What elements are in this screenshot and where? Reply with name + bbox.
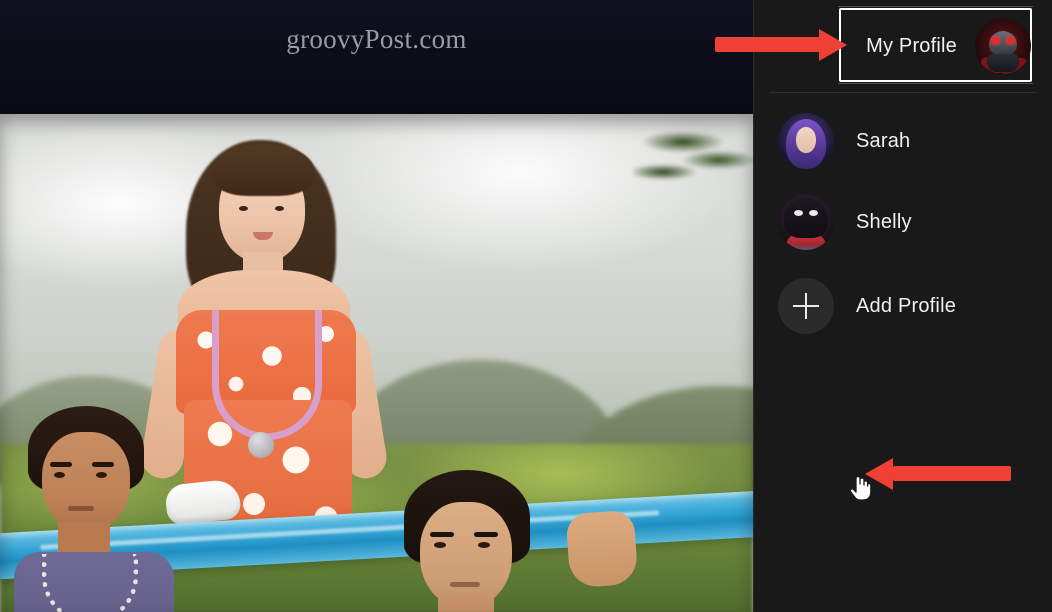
ms-marvel-hair	[784, 198, 828, 238]
ms-marvel-avatar-icon	[778, 194, 834, 250]
arrow-shaft	[893, 466, 1011, 481]
profile-name-sarah: Sarah	[856, 129, 911, 152]
profile-menu-panel: My Profile Sarah Shelly Add Profile Edit…	[753, 0, 1052, 612]
pointer-hand-cursor	[849, 474, 871, 501]
menu-item-profile-sarah[interactable]: Sarah	[778, 113, 1036, 169]
right-boy-brow-left	[430, 532, 454, 537]
add-profile-label: Add Profile	[856, 294, 957, 317]
annotation-arrow-my-profile	[715, 29, 855, 61]
ms-marvel-mask	[792, 209, 820, 217]
my-profile-label: My Profile	[866, 34, 957, 57]
left-boy-eye-left	[54, 472, 65, 478]
palm-fronds	[633, 114, 753, 234]
right-boy-eye-right	[478, 542, 490, 548]
right-boy-mouth	[450, 582, 480, 587]
menu-item-profile-shelly[interactable]: Shelly	[778, 194, 1036, 250]
backdrop-top-bar	[0, 0, 753, 114]
girl-eye-right	[275, 206, 284, 211]
girl-sneaker	[164, 478, 242, 526]
annotation-arrow-account	[855, 458, 1015, 490]
profile-name-shelly: Shelly	[856, 210, 912, 233]
left-boy-brow-right	[92, 462, 114, 467]
plus-icon	[778, 278, 834, 334]
menu-item-add-profile[interactable]: Add Profile	[778, 278, 1036, 334]
right-boy-brow-right	[474, 532, 498, 537]
left-boy-necklace	[42, 554, 138, 612]
title-artwork	[0, 114, 753, 612]
right-boy-hand	[565, 509, 639, 589]
menu-divider	[770, 92, 1037, 93]
left-boy-eye-right	[96, 472, 107, 478]
antman-eyes	[991, 37, 1015, 44]
mal-avatar-icon	[778, 113, 834, 169]
right-boy-eye-left	[434, 542, 446, 548]
right-boy-face	[420, 502, 512, 608]
left-boy-brow-left	[50, 462, 72, 467]
left-boy-mouth	[68, 506, 94, 511]
arrow-head	[819, 29, 847, 61]
antman-avatar-icon	[975, 18, 1031, 74]
right-boy-neck	[438, 598, 494, 612]
stethoscope-bell	[248, 432, 274, 458]
stethoscope-tubing	[212, 310, 322, 440]
girl-eye-left	[239, 206, 248, 211]
app-screen: groovyPost.com My Profile Sarah Shelly A…	[0, 0, 1052, 612]
arrow-shaft	[715, 37, 825, 52]
watermark-text: groovyPost.com	[286, 24, 467, 54]
girl-bangs	[212, 144, 314, 196]
hand-cursor-icon	[849, 475, 871, 501]
video-backdrop: groovyPost.com	[0, 0, 753, 612]
left-boy-face	[42, 432, 130, 532]
